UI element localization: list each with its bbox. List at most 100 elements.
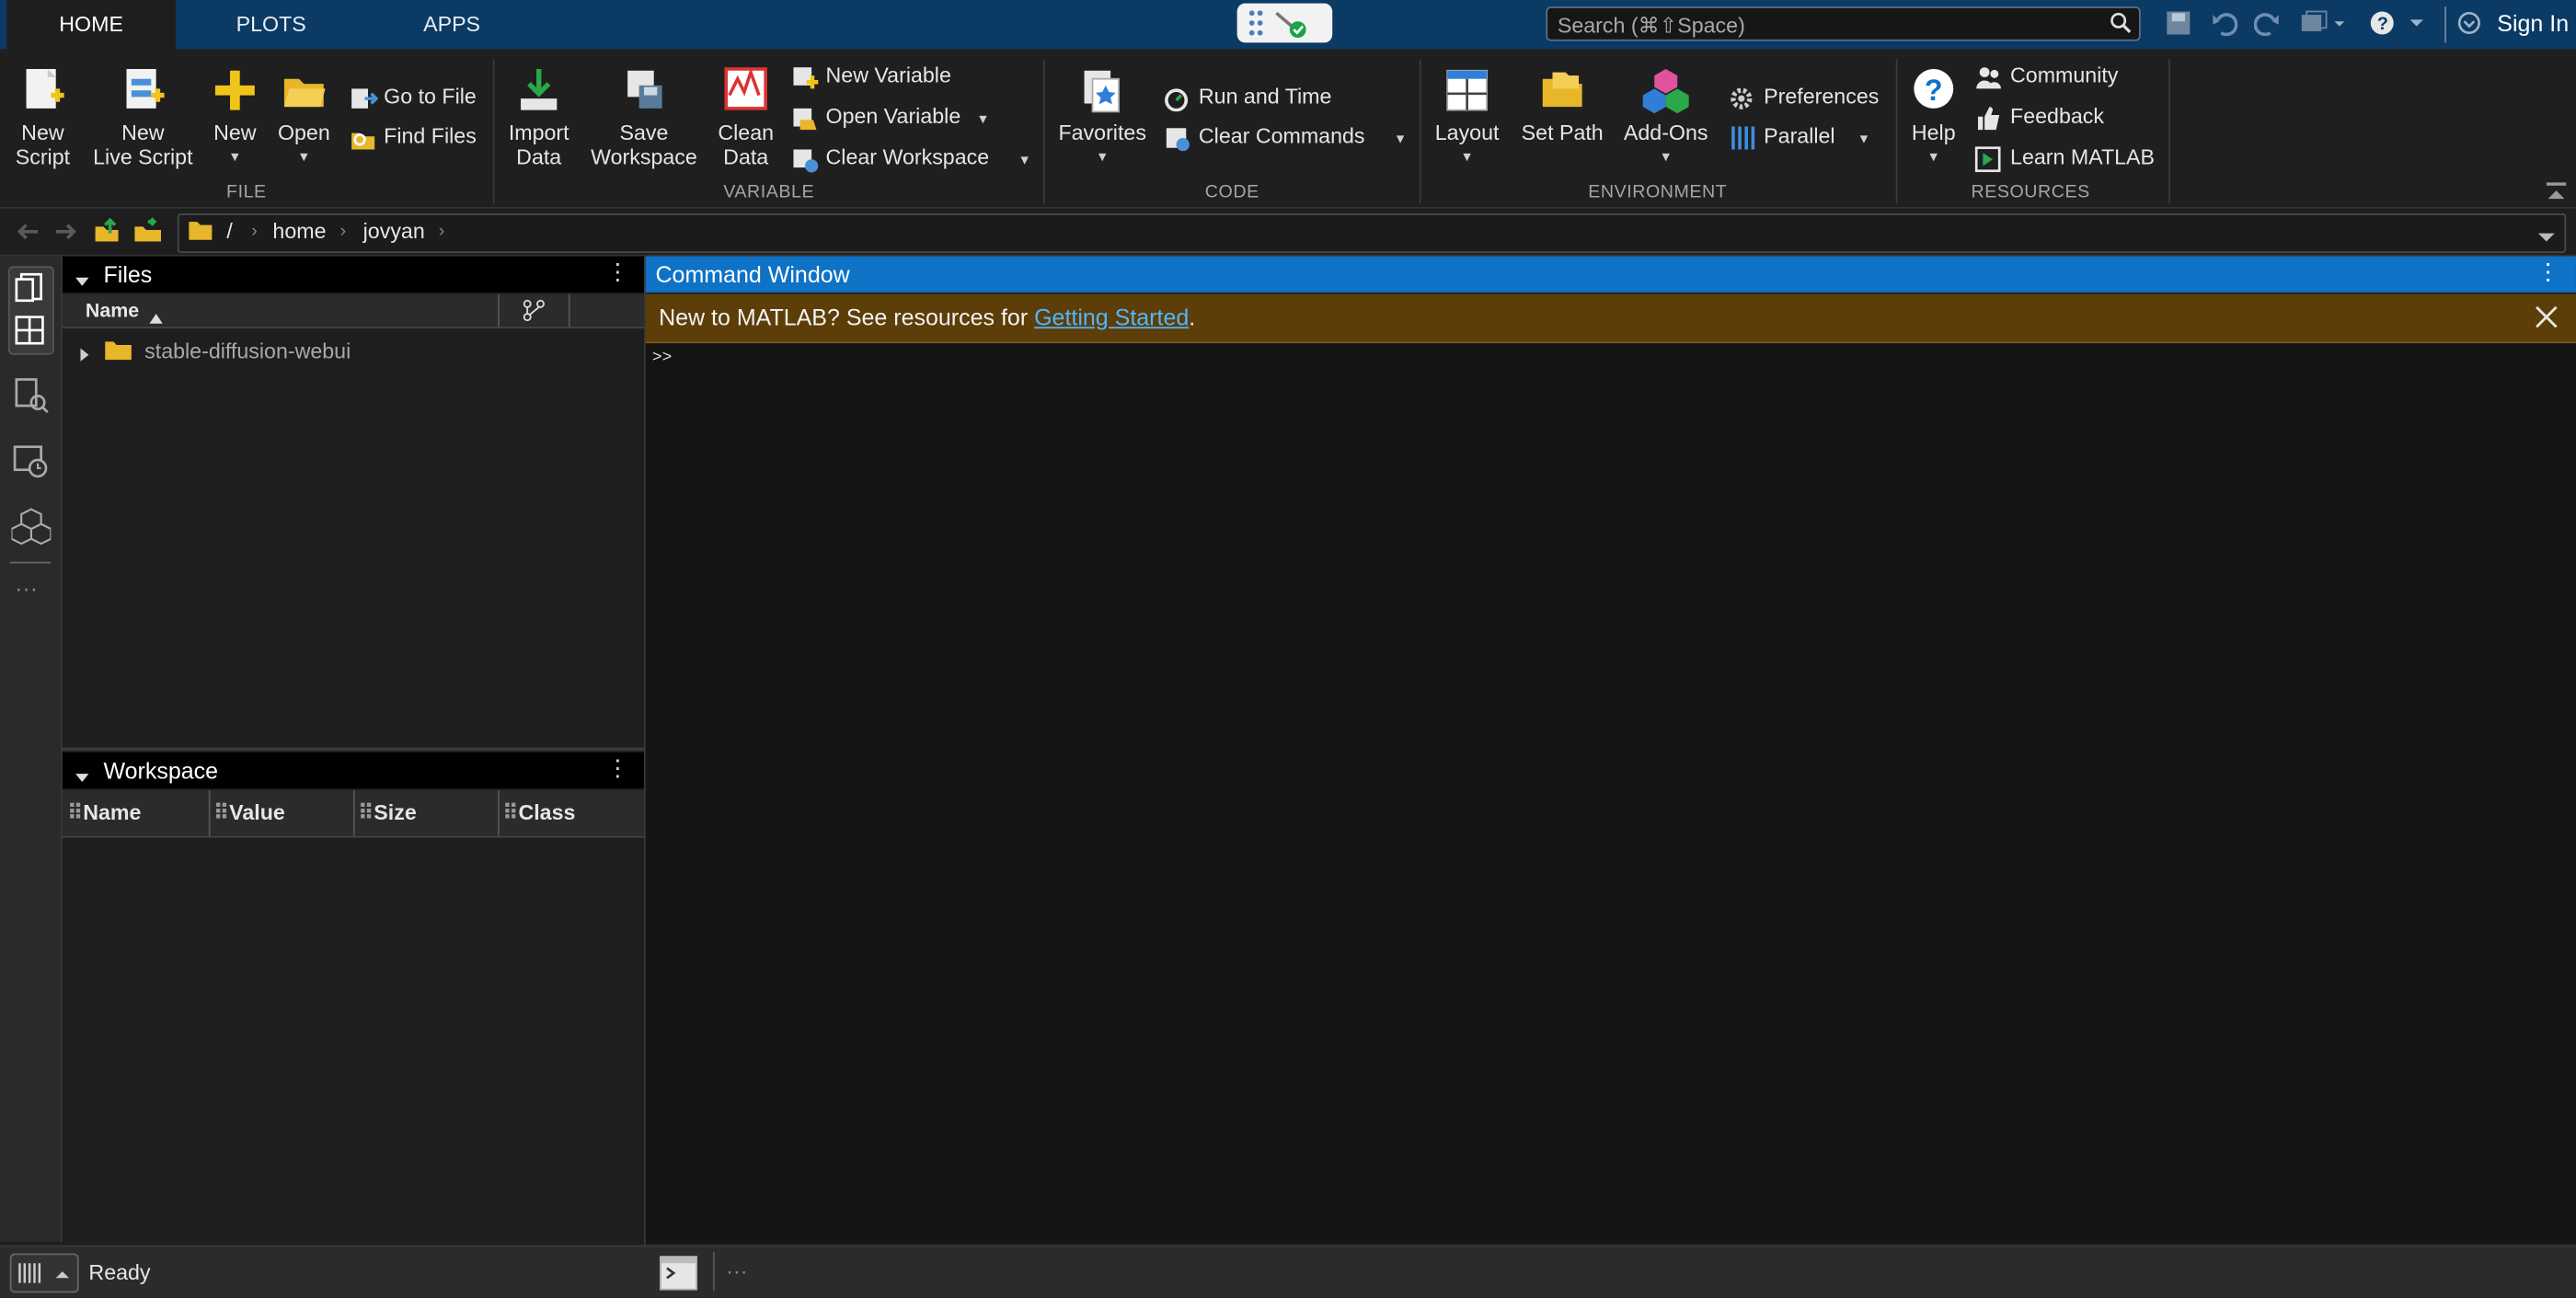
- new-script-label-2: Script: [15, 144, 71, 169]
- signin-icon[interactable]: [2456, 10, 2483, 41]
- command-window-header: [645, 256, 2576, 293]
- new-button[interactable]: New ▼: [207, 65, 263, 168]
- up-folder-icon[interactable]: [94, 217, 121, 251]
- help-menu-icon[interactable]: ?: [2369, 10, 2428, 41]
- clear-workspace-button[interactable]: Clear Workspace ▼: [790, 143, 1031, 172]
- files-panel-menu-icon[interactable]: ⋮: [606, 258, 629, 285]
- open-variable-button[interactable]: Open Variable ▼: [790, 102, 990, 132]
- collapse-files-icon[interactable]: [74, 268, 90, 297]
- undo-icon[interactable]: [2212, 10, 2238, 41]
- breadcrumb-home[interactable]: home: [272, 218, 326, 243]
- community-button[interactable]: Community: [1974, 61, 2118, 90]
- feedback-button[interactable]: Feedback: [1974, 102, 2104, 132]
- folder-icon: [103, 339, 132, 370]
- open-button[interactable]: Open ▼: [272, 65, 335, 168]
- tab-apps[interactable]: APPS: [378, 0, 526, 50]
- breadcrumb-separator: ›: [251, 222, 258, 242]
- run-and-time-button[interactable]: Run and Time: [1163, 82, 1331, 111]
- window-switch-icon[interactable]: [2300, 10, 2350, 41]
- layout-button[interactable]: Layout ▼: [1430, 65, 1505, 168]
- toolstrip-toggle-button[interactable]: [1236, 3, 1333, 43]
- favorites-button[interactable]: Favorites ▼: [1054, 65, 1150, 168]
- ribbon-separator: [1895, 59, 1898, 204]
- tab-home[interactable]: HOME: [6, 0, 177, 50]
- new-script-button[interactable]: New Script: [6, 65, 79, 169]
- back-icon[interactable]: [15, 220, 41, 251]
- workspace-value-column[interactable]: ⠿Value: [213, 800, 285, 827]
- ribbon-separator: [1419, 59, 1421, 204]
- save-workspace-label-1: Save: [619, 120, 669, 145]
- command-window[interactable]: [645, 343, 2576, 1244]
- sign-in-link[interactable]: Sign In: [2497, 10, 2569, 37]
- help-button[interactable]: ? Help ▼: [1905, 65, 1961, 168]
- files-panel-icon[interactable]: [15, 272, 44, 310]
- command-window-menu-icon[interactable]: ⋮: [2536, 258, 2559, 285]
- command-window-tab-icon[interactable]: [657, 1253, 699, 1297]
- go-to-file-button[interactable]: Go to File: [349, 82, 477, 111]
- workspace-panel-menu-icon[interactable]: ⋮: [606, 754, 629, 782]
- breadcrumb-root[interactable]: /: [226, 218, 232, 243]
- ribbon-separator: [2168, 59, 2170, 204]
- source-control-icon[interactable]: [523, 299, 546, 330]
- chevron-down-icon: ▼: [228, 149, 242, 165]
- new-live-script-button[interactable]: New Live Script: [86, 65, 201, 169]
- new-label: New: [213, 120, 257, 145]
- path-field[interactable]: [177, 213, 2567, 253]
- learn-matlab-icon: [1974, 145, 2001, 172]
- save-workspace-button[interactable]: Save Workspace: [585, 65, 704, 169]
- expand-folder-icon[interactable]: [79, 341, 92, 371]
- learn-matlab-button[interactable]: Learn MATLAB: [1974, 143, 2155, 172]
- workspace-name-label: Name: [83, 799, 142, 825]
- browse-folder-icon[interactable]: [133, 217, 163, 251]
- add-ons-button[interactable]: Add-Ons ▼: [1618, 65, 1714, 168]
- svg-text:?: ?: [1925, 74, 1943, 107]
- files-name-column[interactable]: Name: [86, 299, 139, 322]
- workspace-class-column[interactable]: ⠿Class: [502, 800, 575, 827]
- find-files-icon: [351, 132, 375, 149]
- tab-plots[interactable]: PLOTS: [197, 0, 345, 50]
- add-ons-rail-icon[interactable]: [10, 506, 52, 554]
- new-variable-label: New Variable: [825, 62, 951, 87]
- search-input[interactable]: Search (⌘⇧Space): [1546, 6, 2141, 41]
- clear-commands-icon: [1166, 127, 1190, 151]
- breadcrumb-jovyan[interactable]: jovyan: [363, 218, 425, 243]
- collapse-workspace-icon[interactable]: [74, 764, 90, 793]
- code-analyzer-icon[interactable]: [13, 378, 49, 422]
- workspace-name-column[interactable]: ⠿Name: [67, 800, 141, 827]
- clean-data-button[interactable]: Clean Data: [713, 65, 778, 169]
- new-variable-icon: [793, 66, 819, 88]
- workspace-panel-title: Workspace: [103, 757, 219, 784]
- clear-commands-button[interactable]: Clear Commands ▼: [1163, 121, 1407, 151]
- set-path-button[interactable]: Set Path: [1514, 65, 1610, 144]
- command-history-icon[interactable]: [13, 443, 49, 488]
- collapse-ribbon-icon[interactable]: [2545, 180, 2568, 210]
- chevron-down-icon[interactable]: ▼: [1394, 132, 1407, 146]
- search-icon[interactable]: [2110, 11, 2133, 42]
- close-icon[interactable]: [2535, 305, 2558, 337]
- more-tabs-icon[interactable]: ···: [726, 1258, 747, 1283]
- add-ons-label: Add-Ons: [1623, 120, 1708, 145]
- chevron-down-icon[interactable]: ▼: [976, 111, 989, 126]
- more-icon[interactable]: ···: [15, 575, 38, 602]
- panel-splitter[interactable]: [62, 747, 644, 752]
- preferences-button[interactable]: Preferences: [1729, 82, 1880, 111]
- chevron-down-icon[interactable]: ▼: [1857, 132, 1870, 146]
- import-data-button[interactable]: Import Data: [501, 65, 577, 169]
- save-icon[interactable]: [2166, 10, 2192, 41]
- preferences-label: Preferences: [1764, 84, 1880, 109]
- file-item-stable-diffusion-webui[interactable]: stable-diffusion-webui: [144, 339, 351, 363]
- banner-message: New to MATLAB? See resources for Getting…: [659, 294, 1195, 342]
- find-files-label: Find Files: [384, 122, 477, 148]
- parallel-button[interactable]: Parallel ▼: [1729, 121, 1870, 151]
- new-variable-button[interactable]: New Variable: [790, 61, 951, 90]
- getting-started-link[interactable]: Getting Started: [1034, 304, 1189, 330]
- redo-icon[interactable]: [2253, 10, 2281, 41]
- workspace-size-column[interactable]: ⠿Size: [358, 800, 416, 827]
- workspace-panel-icon[interactable]: [15, 316, 44, 353]
- status-bar: [0, 1245, 2576, 1298]
- find-files-button[interactable]: Find Files: [349, 121, 477, 151]
- forward-icon[interactable]: [52, 220, 79, 251]
- status-panel-toggle[interactable]: [9, 1253, 79, 1293]
- chevron-down-icon[interactable]: ▼: [1018, 153, 1031, 167]
- path-dropdown-icon[interactable]: [2536, 224, 2556, 253]
